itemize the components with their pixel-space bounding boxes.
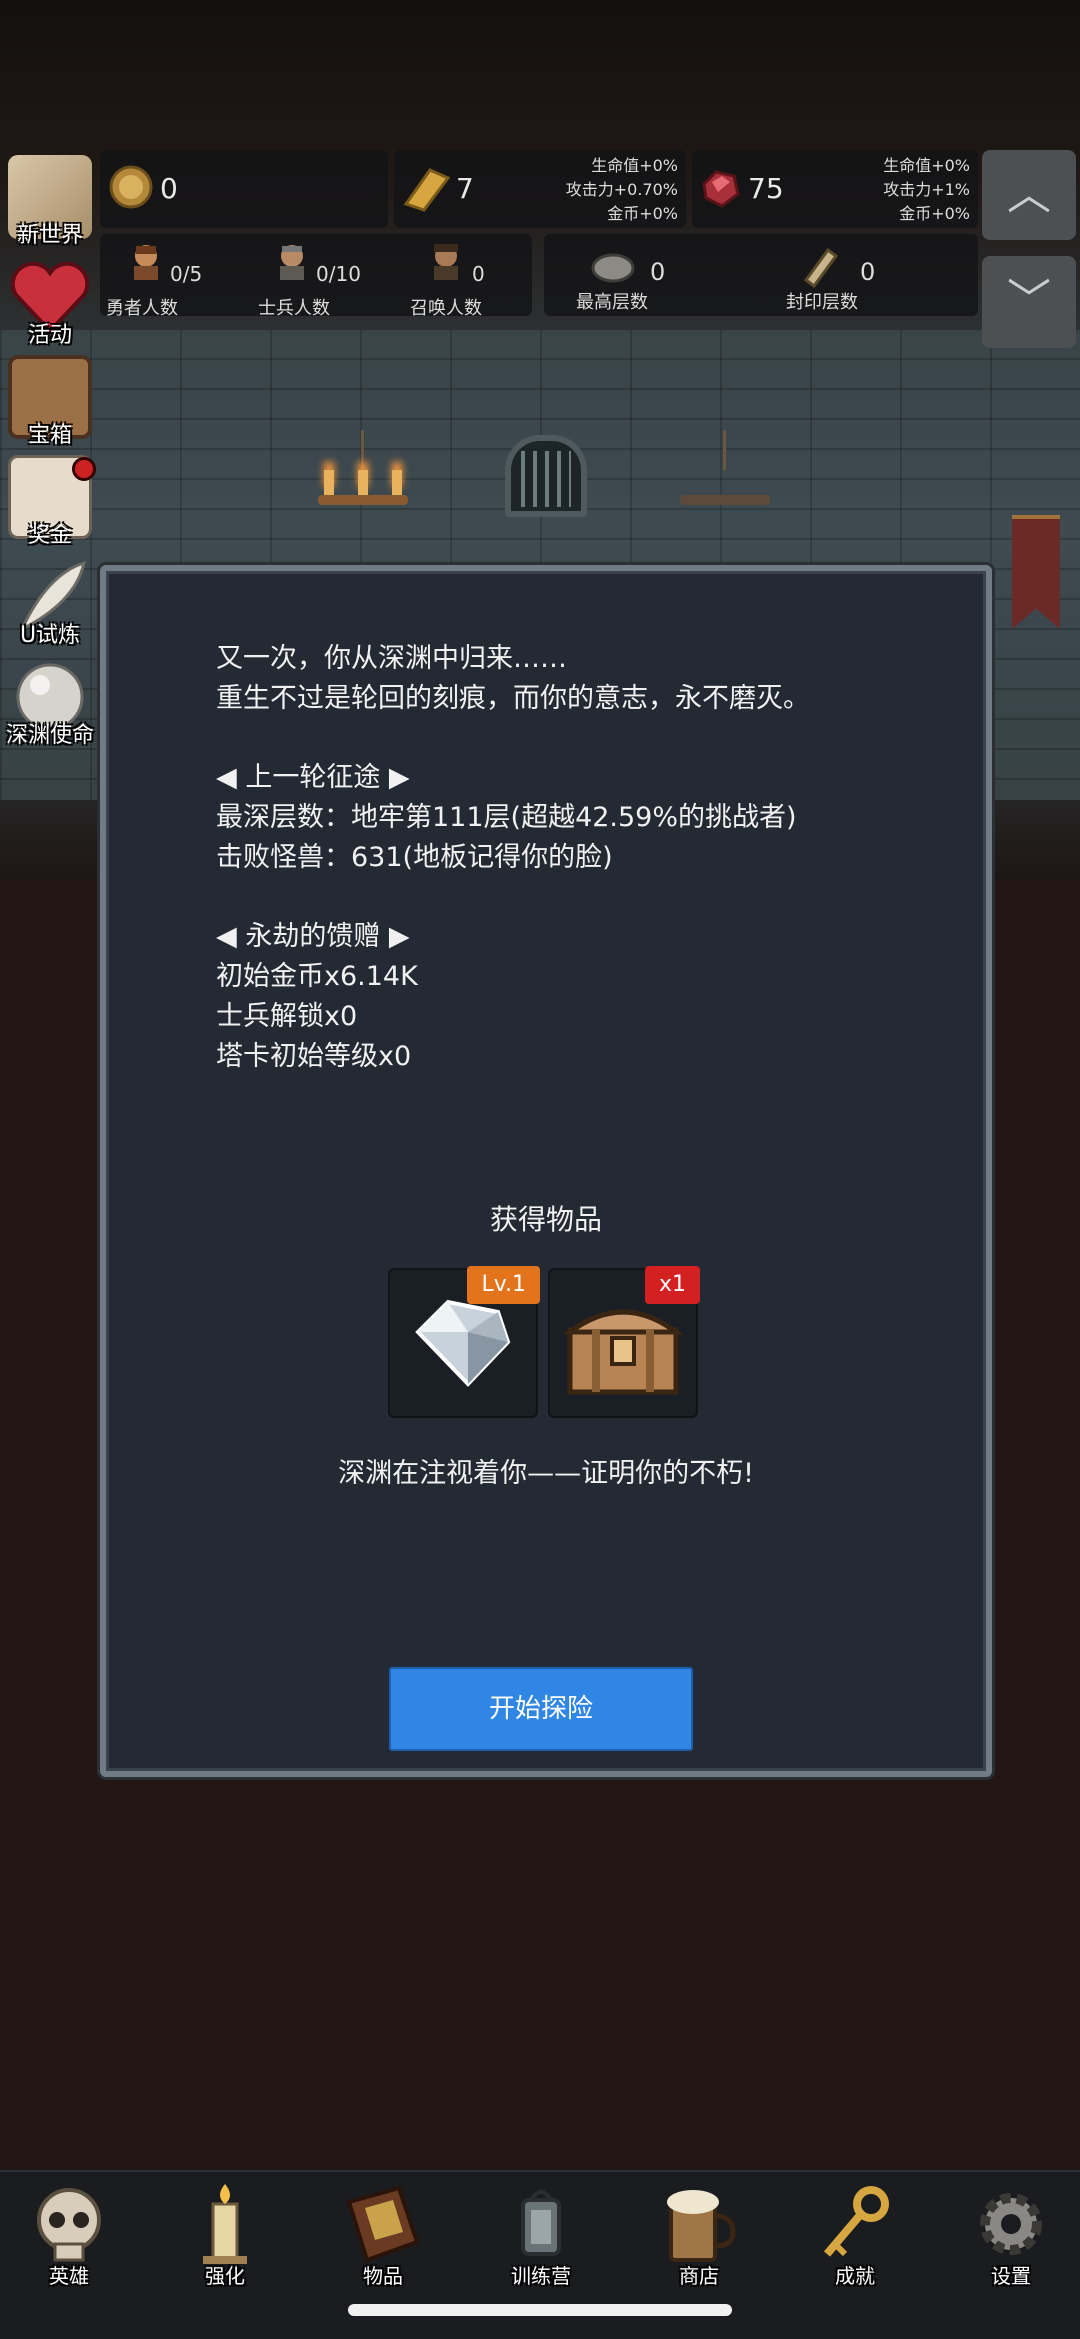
story-line: 击败怪兽：631(地板记得你的脸)	[216, 842, 613, 873]
key-icon	[823, 2186, 889, 2257]
gear-icon	[980, 2193, 1042, 2255]
nav-enhance[interactable]: 强化	[160, 2182, 290, 2302]
nav-label: 商店	[679, 2264, 719, 2288]
story-line: 重生不过是轮回的刻痕，而你的意志，永不磨灭。	[216, 683, 810, 714]
summon-count-label: 召唤人数	[410, 298, 482, 319]
section-header-gifts: ◀ 永劫的馈赠 ▶	[216, 921, 410, 952]
side-menu-label: U试炼	[19, 623, 81, 648]
floor-counts-panel: 0 最高层数 0 封印层数	[544, 234, 978, 316]
side-menu-label: 活动	[27, 323, 72, 348]
story-line: 最深层数：地牢第111层(超越42.59%的挑战者)	[216, 802, 797, 833]
soldier-count: 0/10	[316, 262, 361, 286]
nav-label: 强化	[205, 2264, 245, 2288]
hero-portrait-icon	[134, 245, 158, 280]
section-header-last-journey: ◀ 上一轮征途 ▶	[216, 762, 410, 793]
scroll-icon	[803, 247, 839, 288]
story-gap	[216, 719, 916, 758]
story-line: 初始金币x6.14K	[216, 961, 418, 992]
book-icon	[346, 2185, 420, 2263]
barred-window	[505, 435, 587, 517]
gold-coin-icon	[109, 165, 153, 209]
side-menu-label: 奖金	[27, 523, 72, 548]
nav-achievements[interactable]: 成就	[790, 2182, 920, 2302]
side-menu-bonus[interactable]: 奖金	[0, 455, 100, 555]
soldier-portrait-icon	[280, 245, 304, 280]
lantern-icon	[521, 2190, 561, 2256]
dialog-tagline: 深渊在注视着你——证明你的不朽!	[338, 1458, 754, 1489]
nav-settings[interactable]: 设置	[946, 2182, 1076, 2302]
soldier-count-label: 士兵人数	[258, 298, 330, 319]
ruby-value: 75	[748, 172, 784, 205]
reward-item-chest[interactable]: x1	[548, 1266, 700, 1418]
scroll-up-button[interactable]: ︿	[982, 150, 1076, 240]
side-menu-new-world[interactable]: 新世界	[0, 155, 100, 255]
item-level-tag: Lv.1	[467, 1266, 540, 1304]
gold-bar-value: 7	[456, 172, 474, 205]
story-gap	[216, 878, 916, 917]
side-menu-trial[interactable]: U试炼	[0, 555, 100, 655]
side-menu-events[interactable]: 活动	[0, 255, 100, 355]
side-menu-label: 新世界	[16, 223, 83, 248]
gold-bar-bonus: 生命值+0% 攻击力+0.70% 金币+0%	[565, 156, 678, 223]
nav-label: 设置	[991, 2264, 1031, 2288]
gold-panel: 0	[100, 150, 388, 228]
nav-training-camp[interactable]: 训练营	[476, 2182, 606, 2302]
side-menu-chest[interactable]: 宝箱	[0, 355, 100, 455]
side-menu-abyss-mission[interactable]: 深渊使命	[0, 655, 100, 755]
side-menu-label: 宝箱	[27, 423, 72, 448]
skull-icon	[37, 2188, 101, 2262]
gold-value: 0	[160, 172, 178, 205]
dialog-story: 又一次，你从深渊中归来…… 重生不过是轮回的刻痕，而你的意志，永不磨灭。 ◀ 上…	[216, 639, 916, 1077]
gold-bar-icon	[403, 168, 451, 212]
gold-bar-panel: 7 生命值+0% 攻击力+0.70% 金币+0%	[394, 150, 686, 228]
side-menu-label: 深渊使命	[5, 723, 94, 748]
chevron-down-icon: ﹀	[1007, 275, 1051, 326]
scroll-down-button[interactable]: ﹀	[982, 256, 1076, 348]
nav-items[interactable]: 物品	[318, 2182, 448, 2302]
treasure-chest-icon	[562, 1309, 684, 1395]
chandelier-left	[318, 430, 408, 540]
nav-label: 训练营	[511, 2264, 571, 2288]
sealed-floor-label: 封印层数	[786, 292, 858, 313]
story-line: 塔卡初始等级x0	[216, 1041, 412, 1072]
home-indicator[interactable]	[348, 2304, 732, 2316]
item-count-tag: x1	[644, 1266, 700, 1304]
max-floor-label: 最高层数	[576, 292, 648, 313]
ruby-panel: 75 生命值+0% 攻击力+1% 金币+0%	[692, 150, 978, 228]
hero-count: 0/5	[170, 262, 203, 286]
rewards-title: 获得物品	[489, 1203, 602, 1236]
candle-icon	[203, 2184, 247, 2264]
nav-label: 成就	[835, 2264, 875, 2288]
diamond-icon	[415, 1299, 511, 1387]
hero-count-label: 勇者人数	[106, 298, 178, 319]
chandelier-right	[680, 430, 770, 540]
reward-item-diamond[interactable]: Lv.1	[388, 1266, 540, 1418]
nav-heroes[interactable]: 英雄	[4, 2182, 134, 2302]
story-line: 士兵解锁x0	[216, 1001, 358, 1032]
nav-shop[interactable]: 商店	[634, 2182, 764, 2302]
unit-counts-panel: 0/5 勇者人数 0/10 士兵人数 0 召唤人数	[100, 234, 532, 319]
story-line: 又一次，你从深渊中归来……	[216, 643, 567, 674]
stone-icon	[591, 253, 635, 283]
mug-icon	[667, 2190, 736, 2262]
rebirth-dialog: 又一次，你从深渊中归来…… 重生不过是轮回的刻痕，而你的意志，永不磨灭。 ◀ 上…	[100, 565, 992, 1777]
summon-portrait-icon	[434, 244, 458, 280]
ruby-bonus: 生命值+0% 攻击力+1% 金币+0%	[883, 156, 970, 223]
sealed-floor-value: 0	[860, 258, 876, 286]
nav-label: 物品	[363, 2264, 403, 2288]
chevron-up-icon: ︿	[1007, 169, 1051, 220]
ruby-icon	[702, 170, 740, 208]
max-floor-value: 0	[650, 258, 666, 286]
start-adventure-button[interactable]: 开始探险	[389, 1667, 693, 1751]
notification-dot	[72, 457, 96, 481]
summon-count: 0	[472, 262, 485, 286]
nav-label: 英雄	[49, 2264, 89, 2288]
